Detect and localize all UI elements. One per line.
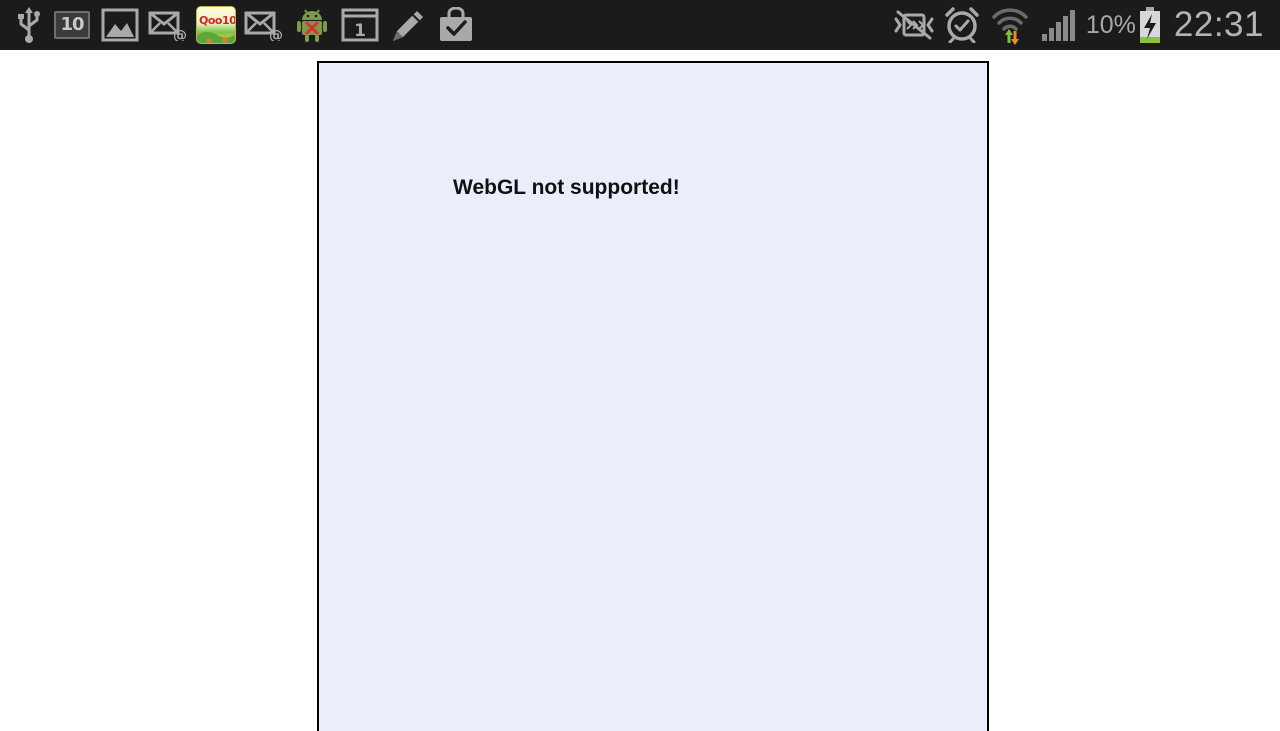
system-status-icons: 10% 22:31 (890, 0, 1264, 50)
notification-icons: 10 @ Qoo10 @ 1 (10, 0, 480, 50)
browser-content: WebGL not supported! (0, 50, 1280, 731)
svg-text:@: @ (173, 28, 187, 41)
notification-count-icon: 10 (48, 0, 96, 50)
cell-signal-icon (1034, 0, 1082, 50)
calendar-icon: 1 (336, 0, 384, 50)
status-bar[interactable]: 10 @ Qoo10 @ 1 10% 22:31 (0, 0, 1280, 50)
alarm-clock-icon (938, 0, 986, 50)
battery-percent: 10% (1085, 10, 1136, 39)
qoo10-app-icon: Qoo10 (192, 0, 240, 50)
edit-pencil-icon (384, 0, 432, 50)
vibrate-mute-icon (890, 0, 938, 50)
webgl-canvas-container[interactable]: WebGL not supported! (317, 61, 989, 731)
android-debug-icon (288, 0, 336, 50)
svg-text:@: @ (269, 28, 283, 41)
qoo10-label: Qoo10 (199, 14, 236, 27)
battery-charging-icon (1136, 0, 1164, 50)
status-clock: 22:31 (1173, 5, 1264, 44)
email-icon: @ (144, 0, 192, 50)
shopping-bag-check-icon (432, 0, 480, 50)
email-icon: @ (240, 0, 288, 50)
gallery-image-icon (96, 0, 144, 50)
notification-count-text: 10 (54, 11, 90, 39)
webgl-error-message: WebGL not supported! (453, 176, 680, 199)
usb-icon (10, 0, 48, 50)
wifi-icon (986, 0, 1034, 50)
calendar-day-text: 1 (354, 21, 366, 41)
